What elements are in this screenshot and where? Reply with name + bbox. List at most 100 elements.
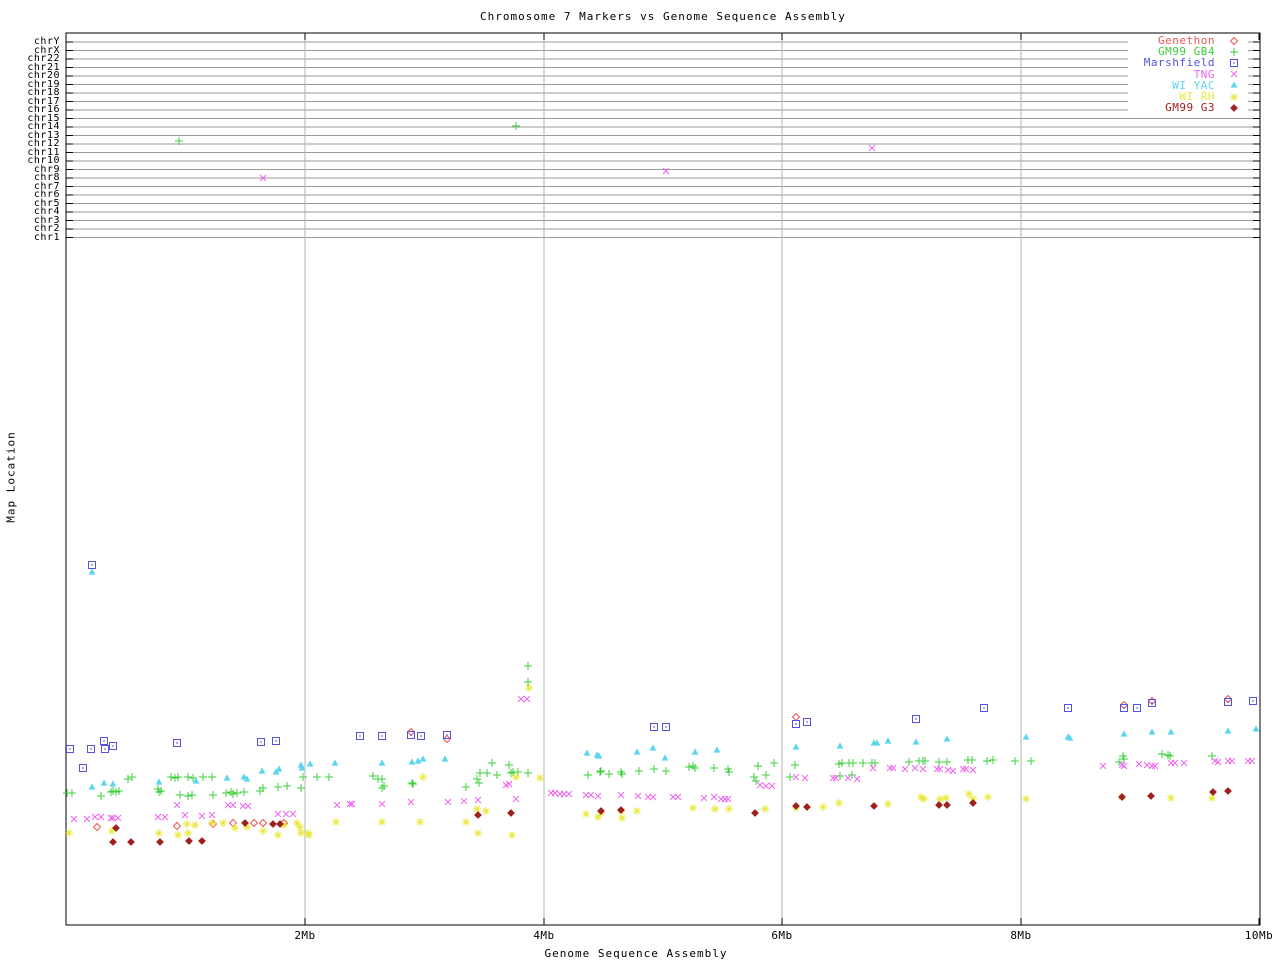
marker — [669, 793, 677, 801]
marker — [901, 765, 909, 773]
marker — [1167, 728, 1175, 735]
marker — [616, 767, 626, 777]
marker — [724, 795, 732, 803]
marker — [1249, 697, 1257, 705]
marker — [154, 828, 164, 838]
series-tng — [70, 144, 1256, 823]
marker — [67, 788, 77, 798]
marker — [109, 838, 117, 846]
marker — [378, 800, 386, 808]
marker — [1163, 750, 1173, 760]
marker — [517, 695, 525, 703]
marker — [378, 732, 386, 740]
marker — [173, 830, 183, 840]
marker — [982, 756, 992, 766]
marker — [581, 809, 591, 819]
marker — [650, 723, 658, 731]
marker — [70, 815, 78, 823]
marker — [269, 820, 277, 828]
marker — [282, 781, 292, 791]
marker — [1224, 787, 1232, 795]
marker — [969, 766, 977, 774]
marker — [943, 801, 951, 809]
marker — [617, 791, 625, 799]
marker — [803, 803, 811, 811]
marker — [691, 748, 699, 755]
marker — [1148, 762, 1156, 770]
marker — [512, 795, 520, 803]
marker — [942, 757, 952, 767]
marker — [408, 779, 418, 789]
marker — [690, 763, 700, 773]
marker — [594, 792, 602, 800]
marker — [66, 745, 74, 753]
marker — [617, 769, 627, 779]
marker — [1010, 756, 1020, 766]
marker — [792, 743, 800, 750]
legend: Genethon GM99 GB4 Marshfield TNG WI YAC WI RH… — [1128, 34, 1248, 115]
plot-border — [65, 32, 1261, 926]
marker — [649, 793, 657, 801]
x-tick-label-6Mb: 6Mb — [771, 929, 793, 942]
series-marshfield — [66, 561, 1257, 772]
marker — [259, 819, 267, 827]
marker — [198, 812, 206, 820]
marker — [166, 772, 176, 782]
marker — [507, 830, 517, 840]
marker — [524, 683, 534, 693]
marker — [282, 810, 290, 818]
marker — [967, 755, 977, 765]
marker — [112, 824, 120, 832]
marker — [208, 790, 218, 800]
marker — [980, 704, 988, 712]
marker — [769, 758, 779, 768]
marker — [790, 760, 800, 770]
marker — [441, 755, 449, 762]
marker — [936, 765, 944, 773]
series-genethon — [93, 695, 1232, 831]
marker — [941, 793, 951, 803]
marker — [617, 813, 627, 823]
y-tick-label-chr1: chr1 — [33, 231, 60, 243]
legend-item-marshfield: Marshfield — [1128, 57, 1240, 68]
marker — [934, 757, 944, 767]
marker — [331, 817, 341, 827]
marker — [377, 774, 387, 784]
marker — [296, 828, 306, 838]
marker — [1151, 762, 1159, 770]
marker — [274, 810, 282, 818]
marker — [709, 763, 719, 773]
marker — [649, 764, 659, 774]
marker — [583, 770, 593, 780]
marker — [257, 738, 265, 746]
marker — [239, 787, 249, 797]
diamond-open-legend-icon — [1230, 36, 1238, 45]
marker — [604, 769, 614, 779]
marker — [1135, 760, 1143, 768]
marker — [224, 801, 232, 809]
marker — [634, 792, 642, 800]
marker — [244, 802, 252, 810]
marker — [415, 817, 425, 827]
marker — [756, 781, 764, 789]
marker — [64, 828, 74, 838]
marker — [127, 772, 137, 782]
marker — [523, 677, 533, 687]
marker — [93, 823, 101, 831]
marker — [173, 801, 181, 809]
marker — [710, 804, 720, 814]
marker — [356, 732, 364, 740]
marker — [1171, 759, 1179, 767]
marker — [87, 745, 95, 753]
marker — [79, 764, 87, 772]
marker — [762, 782, 770, 790]
marker — [460, 797, 468, 805]
marker — [662, 723, 670, 731]
marker — [684, 762, 694, 772]
marker — [183, 791, 193, 801]
marker — [633, 748, 641, 755]
marker — [964, 789, 974, 799]
marker — [870, 802, 878, 810]
marker — [792, 720, 800, 728]
marker — [173, 739, 181, 747]
